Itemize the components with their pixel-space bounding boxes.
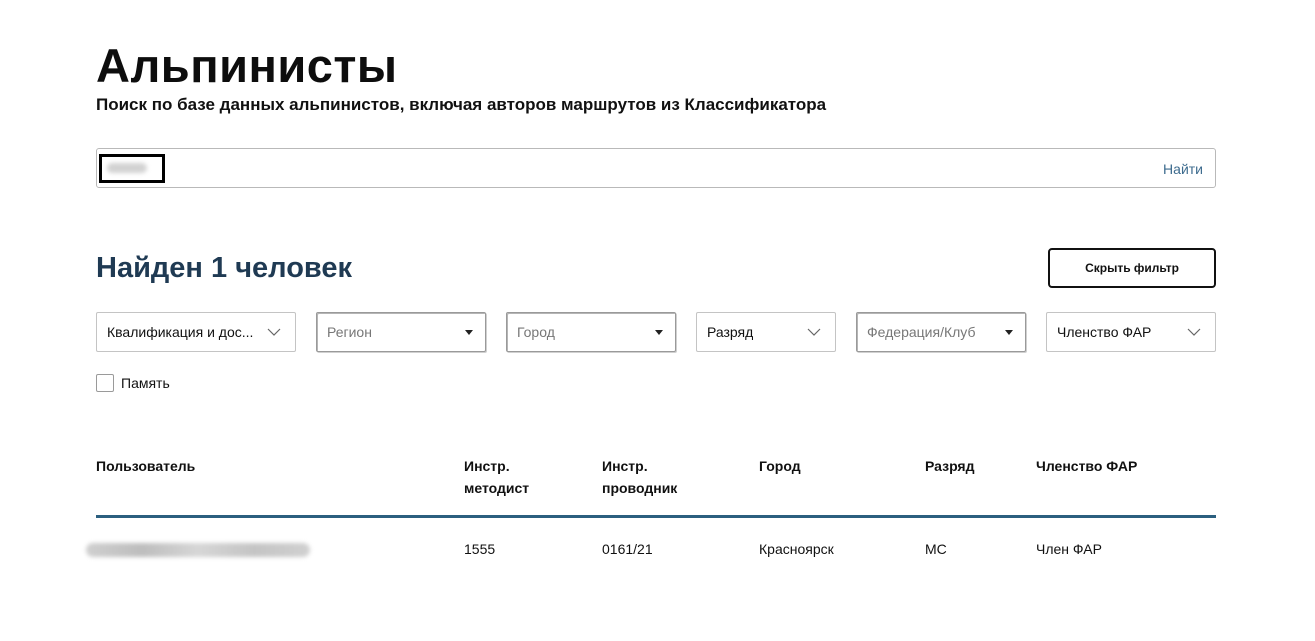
column-header-methodist: Инстр. методист — [464, 458, 530, 496]
memory-checkbox-label: Память — [121, 375, 170, 391]
memory-checkbox-row[interactable]: Память — [96, 374, 170, 392]
filter-rank-label: Разряд — [707, 324, 754, 340]
column-header-membership: Членство ФАР — [1036, 458, 1138, 474]
hide-filter-button[interactable]: Скрыть фильтр — [1048, 248, 1216, 288]
user-name-link-redacted[interactable] — [86, 543, 310, 557]
cell-guide: 0161/21 — [602, 541, 653, 557]
search-button[interactable]: Найти — [1159, 159, 1207, 179]
filter-qualification[interactable]: Квалификация и дос... — [96, 312, 296, 352]
cell-membership: Член ФАР — [1036, 541, 1102, 557]
filter-qualification-label: Квалификация и дос... — [107, 324, 254, 340]
filter-city[interactable]: Город — [506, 312, 676, 352]
cell-rank: МС — [925, 541, 947, 557]
column-header-rank: Разряд — [925, 458, 975, 474]
page-title: Альпинисты — [96, 39, 398, 92]
cell-methodist: 1555 — [464, 541, 496, 557]
filter-federation-club[interactable]: Федерация/Клуб — [856, 312, 1026, 352]
search-input-redaction — [107, 163, 147, 173]
chevron-down-icon — [267, 328, 281, 336]
chevron-down-icon — [1187, 328, 1201, 336]
chevron-down-icon — [807, 328, 821, 336]
results-count-title: Найден 1 человек — [96, 252, 353, 284]
filter-region-label: Регион — [327, 324, 372, 340]
memory-checkbox[interactable] — [96, 374, 114, 392]
column-header-user: Пользователь — [96, 458, 196, 474]
filter-city-label: Город — [517, 324, 555, 340]
cell-city: Красноярск — [759, 541, 834, 557]
table-header-divider — [96, 515, 1216, 518]
page-subtitle: Поиск по базе данных альпинистов, включа… — [96, 95, 827, 114]
caret-down-icon — [465, 330, 473, 335]
caret-down-icon — [655, 330, 663, 335]
filter-region[interactable]: Регион — [316, 312, 486, 352]
caret-down-icon — [1005, 330, 1013, 335]
filter-far-membership[interactable]: Членство ФАР — [1046, 312, 1216, 352]
search-box: Найти — [96, 148, 1216, 188]
filter-federation-club-label: Федерация/Клуб — [867, 324, 976, 340]
column-header-city: Город — [759, 458, 801, 474]
filter-far-membership-label: Членство ФАР — [1057, 324, 1152, 340]
column-header-guide: Инстр. проводник — [602, 458, 678, 496]
filter-rank[interactable]: Разряд — [696, 312, 836, 352]
